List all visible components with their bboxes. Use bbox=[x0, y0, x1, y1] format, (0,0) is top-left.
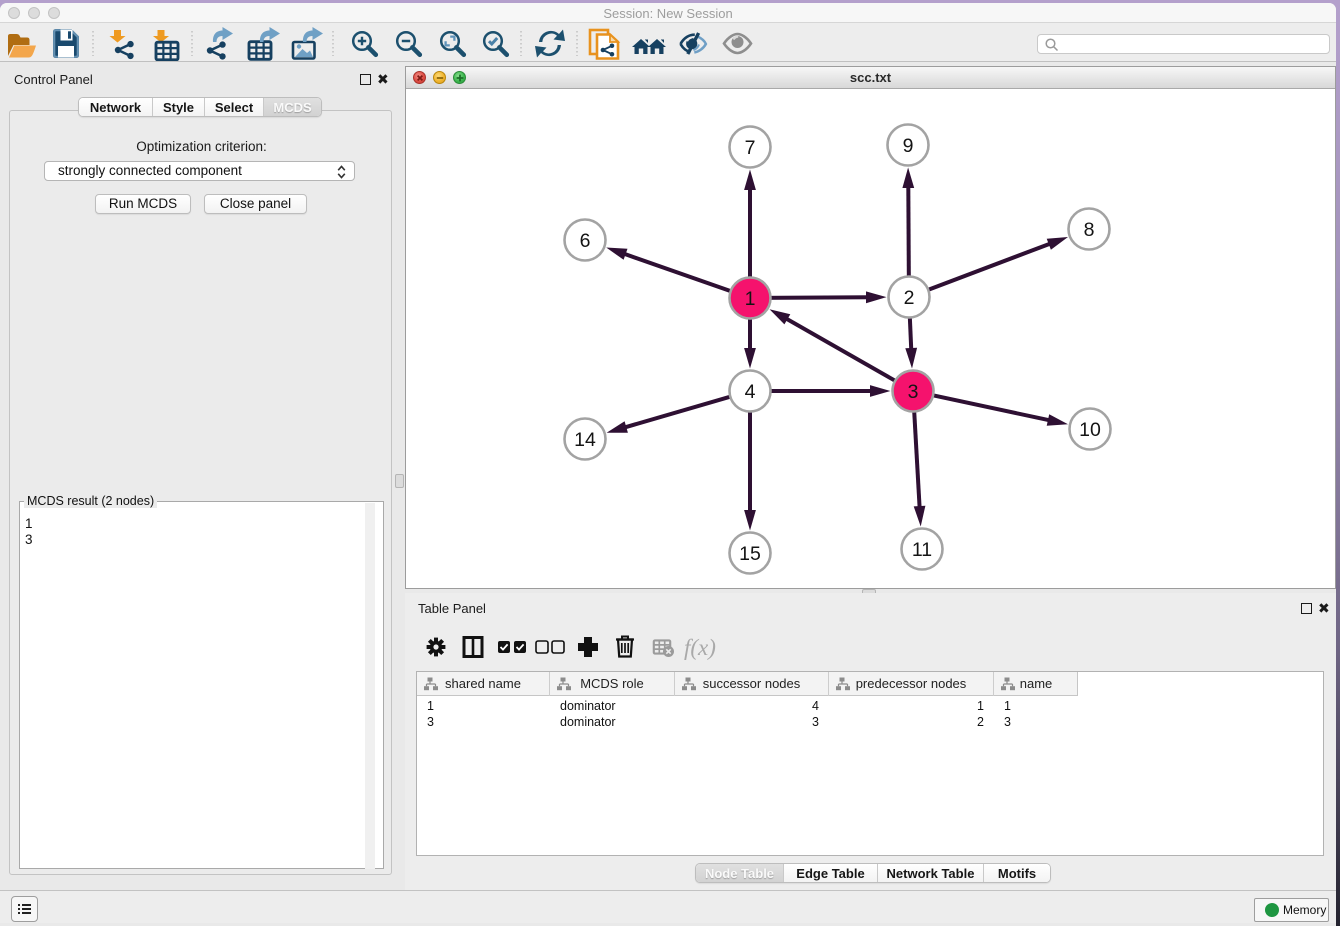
svg-text:10: 10 bbox=[1079, 419, 1101, 441]
svg-text:15: 15 bbox=[739, 543, 761, 565]
svg-text:f(x): f(x) bbox=[684, 635, 716, 660]
svg-text:7: 7 bbox=[745, 137, 756, 159]
svg-text:9: 9 bbox=[903, 135, 914, 157]
svg-text:14: 14 bbox=[574, 429, 596, 451]
svg-text:2: 2 bbox=[904, 287, 915, 309]
svg-text:8: 8 bbox=[1084, 219, 1095, 241]
svg-text:1: 1 bbox=[745, 288, 756, 310]
svg-text:3: 3 bbox=[908, 381, 919, 403]
svg-text:11: 11 bbox=[912, 539, 932, 561]
svg-text:4: 4 bbox=[745, 381, 756, 403]
svg-text:6: 6 bbox=[580, 230, 591, 252]
